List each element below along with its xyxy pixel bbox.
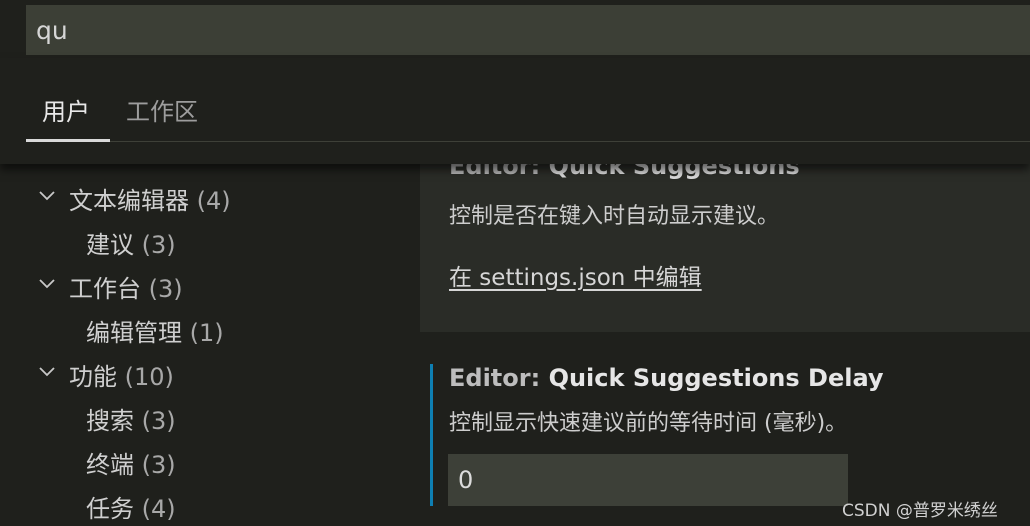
tree-item-editor-management[interactable]: 编辑管理 (1) — [86, 313, 224, 348]
tree-item-count: (4) — [141, 495, 176, 523]
modified-indicator — [430, 364, 433, 506]
setting-description-quick-suggestions: 控制是否在键入时自动显示建议。 — [449, 204, 780, 229]
tree-item-count: (3) — [141, 451, 176, 479]
watermark: CSDN @普罗米绣丝 — [842, 501, 998, 521]
tree-item-tasks[interactable]: 任务 (4) — [86, 489, 176, 524]
tree-item-features[interactable]: 功能 (10) — [69, 357, 174, 392]
tree-item-label: 终端 — [86, 451, 134, 479]
tree-item-count: (3) — [148, 275, 183, 303]
tree-item-label: 功能 — [69, 363, 117, 391]
setting-title-quick-suggestions-delay: Editor: Quick Suggestions Delay — [449, 364, 884, 392]
tree-item-suggestions[interactable]: 建议 (3) — [86, 225, 176, 260]
tree-item-count: (1) — [189, 319, 224, 347]
setting-category: Editor: — [449, 364, 549, 392]
tree-item-search[interactable]: 搜索 (3) — [86, 401, 176, 436]
chevron-down-icon[interactable] — [37, 186, 57, 206]
tab-user[interactable]: 用户 — [42, 92, 90, 127]
search-input-value: qu — [36, 15, 68, 45]
active-tab-indicator — [26, 139, 110, 142]
tree-item-label: 任务 — [86, 495, 134, 523]
quick-suggestions-delay-input[interactable] — [448, 454, 848, 506]
setting-description-quick-suggestions-delay: 控制显示快速建议前的等待时间 (毫秒)。 — [449, 411, 848, 436]
settings-editor: qu Editor: Quick Suggestions 控制是否在键入时自动显… — [0, 0, 1030, 526]
edit-in-settings-json-link[interactable]: 在 settings.json 中编辑 — [449, 258, 702, 292]
tree-item-label: 编辑管理 — [86, 319, 182, 347]
tree-item-label: 建议 — [86, 231, 134, 259]
tree-item-label: 工作台 — [69, 275, 141, 303]
tree-item-text-editor[interactable]: 文本编辑器 (4) — [69, 181, 231, 216]
tabs-divider — [26, 141, 1030, 142]
tree-item-count: (3) — [141, 231, 176, 259]
tree-item-count: (3) — [141, 407, 176, 435]
tree-item-label: 文本编辑器 — [69, 187, 189, 215]
tree-item-terminal[interactable]: 终端 (3) — [86, 445, 176, 480]
chevron-down-icon[interactable] — [37, 362, 57, 382]
tree-item-count: (10) — [124, 363, 174, 391]
tab-workspace[interactable]: 工作区 — [126, 92, 198, 127]
chevron-down-icon[interactable] — [37, 274, 57, 294]
tree-item-label: 搜索 — [86, 407, 134, 435]
tree-item-workbench[interactable]: 工作台 (3) — [69, 269, 183, 304]
setting-name: Quick Suggestions Delay — [548, 364, 884, 392]
tree-item-count: (4) — [196, 187, 231, 215]
settings-search-input[interactable]: qu — [26, 5, 1030, 55]
